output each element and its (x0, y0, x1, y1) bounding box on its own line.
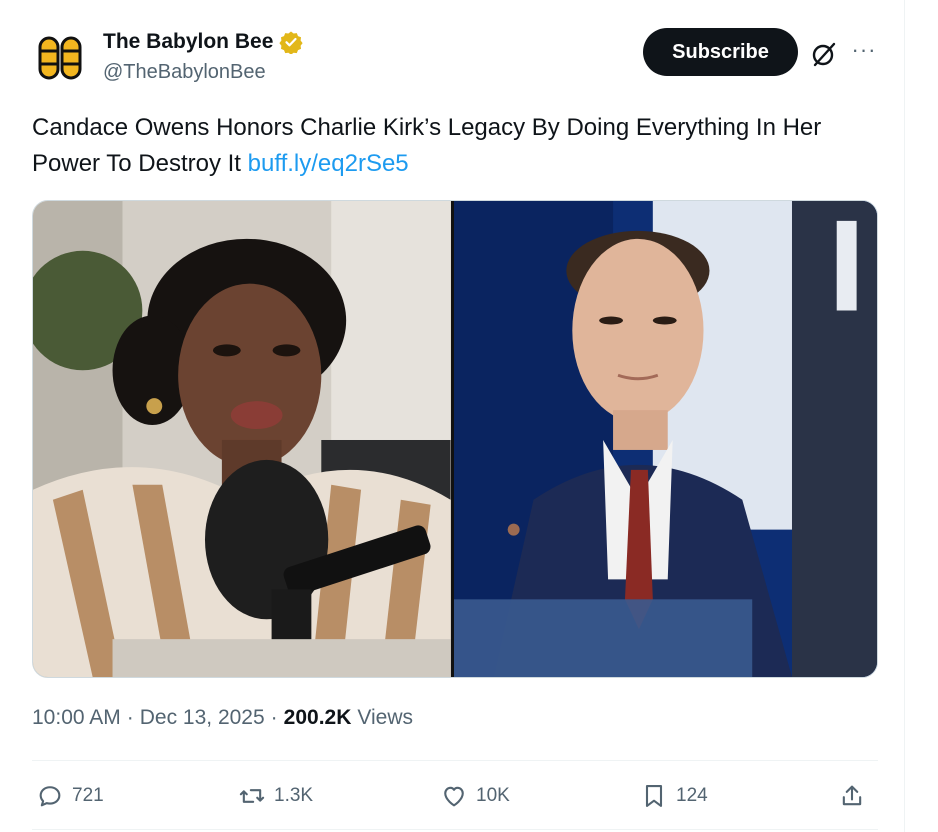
bookmark-button[interactable]: 124 (640, 772, 708, 820)
account-name[interactable]: The Babylon Bee (103, 30, 273, 54)
more-options-icon[interactable]: ··· (848, 34, 880, 66)
tweet-meta: 10:00 AM · Dec 13, 2025 · 200.2K Views (32, 706, 413, 730)
reply-button[interactable]: 721 (36, 772, 104, 820)
views-count: 200.2K (283, 706, 352, 729)
tweet-date[interactable]: Dec 13, 2025 (140, 706, 265, 730)
like-button[interactable]: 10K (440, 772, 510, 820)
tweet-link[interactable]: buff.ly/eq2rSe5 (248, 150, 409, 177)
grok-icon[interactable] (808, 38, 840, 70)
reply-count: 721 (72, 785, 104, 806)
views-label: Views (357, 706, 414, 729)
meta-dot: · (270, 706, 278, 729)
tweet-text: Candace Owens Honors Charlie Kirk’s Lega… (32, 110, 882, 182)
account-avatar[interactable] (32, 30, 88, 86)
repost-icon (239, 789, 265, 803)
bookmark-icon (645, 785, 663, 807)
account-handle[interactable]: @TheBabylonBee (103, 61, 266, 84)
bookmark-count: 124 (676, 785, 708, 806)
photo-candace-owens[interactable] (33, 201, 451, 677)
like-count: 10K (476, 785, 510, 806)
meta-dot: · (126, 706, 134, 729)
tweet-media[interactable] (32, 200, 878, 678)
divider (32, 829, 878, 830)
verified-badge-icon[interactable] (279, 30, 303, 54)
tweet-time[interactable]: 10:00 AM (32, 706, 121, 730)
bee-logo-icon (38, 36, 82, 80)
tweet-card: The Babylon Bee @TheBabylonBee Subscribe… (0, 0, 905, 832)
share-icon (842, 785, 862, 806)
action-bar: 721 1.3K 10K 124 (32, 772, 878, 820)
subscribe-button[interactable]: Subscribe (643, 28, 798, 76)
share-button[interactable] (838, 772, 866, 820)
photo-charlie-kirk[interactable] (453, 201, 877, 677)
heart-icon (444, 786, 464, 807)
divider (32, 760, 878, 761)
repost-button[interactable]: 1.3K (238, 772, 313, 820)
account-name-row: The Babylon Bee (103, 30, 303, 54)
tweet-body: Candace Owens Honors Charlie Kirk’s Lega… (32, 114, 822, 177)
repost-count: 1.3K (274, 785, 314, 806)
reply-icon (39, 786, 61, 807)
